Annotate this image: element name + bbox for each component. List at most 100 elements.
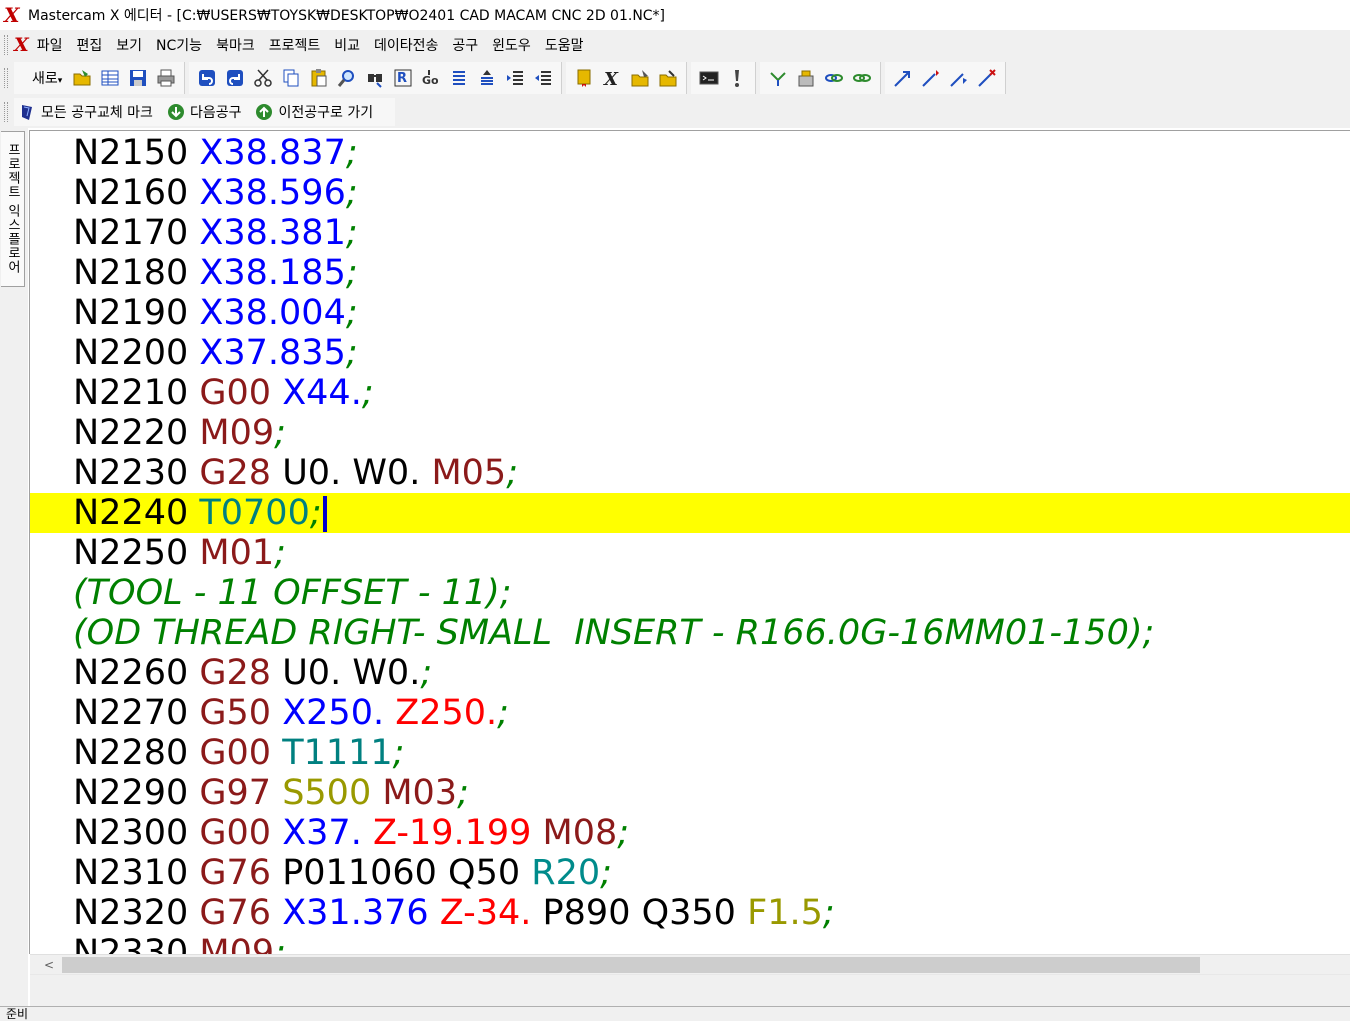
code-token-n: N2180 [73,253,200,293]
indent-icon[interactable] [503,66,527,90]
horizontal-scrollbar[interactable]: < [30,954,1350,974]
code-line[interactable]: N2220 M09; [30,413,1350,453]
menu-logo-icon[interactable]: X [14,34,29,56]
print-icon[interactable] [154,66,178,90]
window-title: Mastercam X 에디터 - [C:₩USERS₩TOYSK₩DESKTO… [28,8,666,24]
code-token-m: M09 [199,933,275,954]
arrow-down-blue-icon[interactable] [947,66,971,90]
toolbar-group-file: 새로▾ [14,62,186,94]
code-token-semi: ; [392,733,405,773]
grid-view-icon[interactable] [98,66,122,90]
console-icon[interactable] [697,66,721,90]
code-line[interactable]: (TOOL - 11 OFFSET - 11); [30,573,1350,613]
code-line[interactable]: N2170 X38.381; [30,213,1350,253]
code-line[interactable]: N2280 G00 T1111; [30,733,1350,773]
outdent-icon[interactable] [531,66,555,90]
toolbar2-grip[interactable] [4,102,8,122]
project-explorer-tab[interactable]: 프로젝트 익스플로어 [1,131,25,287]
toolbar-grip[interactable] [4,68,8,88]
menu-view[interactable]: 보기 [116,35,142,55]
title-bar: X Mastercam X 에디터 - [C:₩USERS₩TOYSK₩DESK… [0,0,1350,30]
goto-line-icon[interactable]: Go [419,66,443,90]
menu-file[interactable]: 파일 [37,35,63,55]
code-token-semi: ; [506,453,518,493]
arrow-x-blue-icon[interactable] [975,66,999,90]
arrow-blue-icon[interactable] [891,66,915,90]
code-token-g: G00 [199,733,283,773]
code-line[interactable]: N2210 G00 X44.; [30,373,1350,413]
code-line[interactable]: N2300 G00 X37. Z-19.199 M08; [30,813,1350,853]
exclamation-icon[interactable] [725,66,749,90]
code-token-x: X44. [282,373,362,413]
scrollbar-thumb[interactable] [62,957,1200,973]
redo-icon[interactable] [223,66,247,90]
code-line[interactable]: N2180 X38.185; [30,253,1350,293]
arrow-up-blue-icon[interactable] [919,66,943,90]
code-token-n: N2260 [73,653,200,693]
menu-compare[interactable]: 비교 [334,35,360,55]
menu-window[interactable]: 윈도우 [492,35,531,55]
code-line[interactable]: N2330 M09; [30,933,1350,954]
save-icon[interactable] [126,66,150,90]
code-token-semi: ; [600,853,612,893]
mastercam-x-icon[interactable]: X [600,66,624,90]
menu-help[interactable]: 도움말 [545,35,584,55]
code-token-n: N2230 [73,453,200,493]
prev-tool-button[interactable]: 이전공구로 가기 [255,102,373,122]
menu-nc-function[interactable]: NC기능 [156,35,202,55]
next-tool-button[interactable]: 다음공구 [167,102,241,122]
shield-icon [18,103,36,121]
list-up-icon[interactable] [475,66,499,90]
code-token-semi: ; [345,253,358,293]
cut-icon[interactable] [251,66,275,90]
code-line[interactable]: N2160 X38.596; [30,173,1350,213]
code-token-n: N2220 [73,413,200,453]
menu-project[interactable]: 프로젝트 [269,35,321,55]
undo-icon[interactable] [195,66,219,90]
menu-edit[interactable]: 편집 [77,35,103,55]
list-icon[interactable] [447,66,471,90]
link-green-icon[interactable] [850,66,874,90]
open-icon[interactable] [70,66,94,90]
code-line[interactable]: N2290 G97 S500 M03; [30,773,1350,813]
scroll-left-icon[interactable]: < [42,956,56,974]
menu-grip[interactable] [4,35,8,55]
code-line[interactable]: N2310 G76 P011060 Q50 R20; [30,853,1350,893]
code-line[interactable]: N2270 G50 X250. Z250.; [30,693,1350,733]
replace-icon[interactable]: R [391,66,415,90]
copy-icon[interactable] [279,66,303,90]
find-next-icon[interactable] [363,66,387,90]
nc-path-icon[interactable] [766,66,790,90]
code-token-x: X250. [282,693,396,733]
code-line[interactable]: N2260 G28 U0. W0.; [30,653,1350,693]
current-code-line[interactable]: N2240 T0700; [30,493,1350,533]
menu-bookmark[interactable]: 북마크 [216,35,255,55]
code-token-semi: ; [345,213,358,253]
code-line[interactable]: N2320 G76 X31.376 Z-34. P890 Q350 F1.5; [30,893,1350,933]
code-line[interactable]: (OD THREAD RIGHT- SMALL INSERT - R166.0G… [30,613,1350,653]
code-token-semi: ; [617,813,630,853]
code-token-m: M01 [199,533,275,573]
machine-icon[interactable] [794,66,818,90]
link-icon[interactable] [822,66,846,90]
new-dropdown-button[interactable]: 새로▾ [32,68,62,88]
menu-tool[interactable]: 공구 [452,35,478,55]
code-token-semi: ; [822,893,835,933]
code-line[interactable]: N2230 G28 U0. W0. M05; [30,453,1350,493]
bookmark-icon[interactable] [572,66,596,90]
menu-data-transfer[interactable]: 데이타전송 [374,35,438,55]
code-line[interactable]: N2150 X38.837; [30,133,1350,173]
chevron-down-icon: ▾ [57,76,63,86]
code-token-n: N2150 [73,133,200,173]
find-icon[interactable] [335,66,359,90]
code-line[interactable]: N2190 X38.004; [30,293,1350,333]
paste-icon[interactable] [307,66,331,90]
code-token-n: N2290 [73,773,200,813]
nc-code-editor[interactable]: N2150 X38.837; N2160 X38.596; N2170 X38.38… [29,130,1350,954]
folder-edit-icon[interactable] [628,66,652,90]
code-line[interactable]: N2200 X37.835; [30,333,1350,373]
code-line[interactable]: N2250 M01; [30,533,1350,573]
folder-open-icon[interactable] [656,66,680,90]
svg-text:Go: Go [422,74,439,87]
all-tool-change-mark-button[interactable]: 모든 공구교체 마크 [18,102,153,122]
